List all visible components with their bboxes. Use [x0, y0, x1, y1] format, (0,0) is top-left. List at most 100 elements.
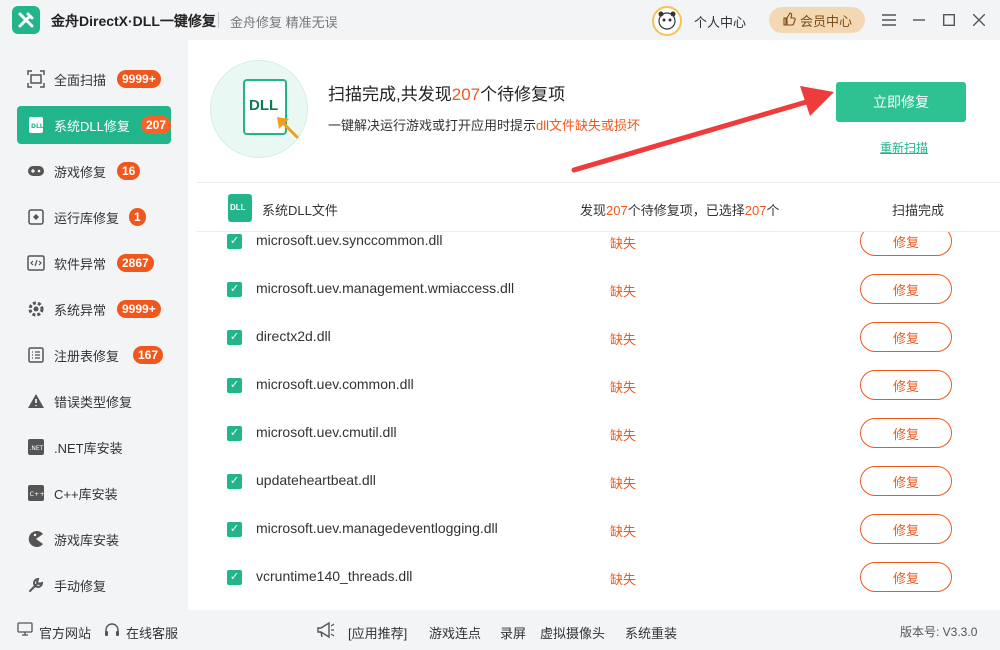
- app-logo-icon: [12, 6, 40, 34]
- sidebar-item-label: 软件异常: [54, 256, 107, 272]
- repair-button[interactable]: 修复: [860, 514, 952, 544]
- sidebar-item-label: 手动修复: [54, 578, 107, 594]
- count-prefix: 发现: [580, 203, 607, 218]
- count-badge: 9999+: [117, 70, 161, 88]
- file-status: 缺失: [610, 236, 637, 251]
- sidebar-item-label: 游戏修复: [54, 164, 107, 180]
- sidebar-item-registry-repair[interactable]: 注册表修复 167: [17, 336, 171, 374]
- dll-file-icon: DLL: [228, 194, 252, 222]
- repair-button[interactable]: 修复: [860, 418, 952, 448]
- online-support-link[interactable]: 在线客服: [126, 623, 178, 642]
- row-checkbox[interactable]: ✓: [227, 330, 242, 345]
- file-name: microsoft.uev.managedeventlogging.dll: [256, 520, 498, 536]
- row-checkbox[interactable]: ✓: [227, 282, 242, 297]
- footer-link-system-reinstall[interactable]: 系统重装: [625, 623, 677, 642]
- vip-center-button[interactable]: 会员中心: [769, 7, 865, 33]
- wrench-icon: [27, 576, 45, 594]
- minimize-icon[interactable]: [908, 9, 930, 31]
- row-checkbox[interactable]: ✓: [227, 570, 242, 585]
- sidebar-item-label: 运行库修复: [54, 210, 120, 226]
- count-badge: 207: [141, 116, 172, 134]
- repair-button[interactable]: 修复: [860, 370, 952, 400]
- version-label: 版本号: V3.3.0: [900, 625, 978, 639]
- file-name: microsoft.uev.common.dll: [256, 376, 414, 392]
- footer-link-auto-clicker[interactable]: 游戏连点: [429, 623, 481, 642]
- sidebar-item-manual-repair[interactable]: 手动修复: [17, 566, 171, 604]
- table-row: ✓ microsoft.uev.managedeventlogging.dll …: [196, 512, 986, 560]
- title-bar: 金舟DirectX·DLL一键修复 金舟修复 精准无误 个人中心 会员中心: [0, 0, 1000, 40]
- sidebar-item-error-type-repair[interactable]: 错误类型修复: [17, 382, 171, 420]
- sidebar-item-cpp-install[interactable]: C++ C++库安装: [17, 474, 171, 512]
- sidebar-item-full-scan[interactable]: 全面扫描 9999+: [17, 60, 171, 98]
- repair-button[interactable]: 修复: [860, 232, 952, 256]
- found-count: 207: [606, 203, 628, 218]
- sidebar-item-game-repair[interactable]: 游戏修复 16: [17, 152, 171, 190]
- repair-button[interactable]: 修复: [860, 274, 952, 304]
- row-checkbox[interactable]: ✓: [227, 234, 242, 249]
- file-name: microsoft.uev.synccommon.dll: [256, 232, 443, 248]
- avatar[interactable]: [652, 6, 682, 36]
- cpp-icon: C++: [27, 484, 45, 502]
- svg-text:C++: C++: [30, 490, 45, 498]
- table-row: ✓ vcruntime140_threads.dll 缺失 修复: [196, 560, 986, 608]
- table-row: ✓ microsoft.uev.cmutil.dll 缺失 修复: [196, 416, 986, 464]
- row-checkbox[interactable]: ✓: [227, 378, 242, 393]
- list-scrollbar[interactable]: [990, 232, 996, 608]
- file-name: updateheartbeat.dll: [256, 472, 376, 488]
- sidebar-item-runtime-repair[interactable]: 运行库修复 1: [17, 198, 171, 236]
- official-website-link[interactable]: 官方网站: [39, 623, 91, 642]
- warning-icon: [27, 392, 45, 410]
- sidebar-item-system-error[interactable]: 系统异常 9999+: [17, 290, 171, 328]
- scan-status: 扫描完成: [892, 203, 945, 218]
- sidebar-item-software-error[interactable]: 软件异常 2867: [17, 244, 171, 282]
- repair-button[interactable]: 修复: [860, 562, 952, 592]
- sidebar-item-label: C++库安装: [54, 486, 118, 502]
- file-name: microsoft.uev.cmutil.dll: [256, 424, 397, 440]
- sidebar-item-dotnet-install[interactable]: .NET .NET库安装: [17, 428, 171, 466]
- gear-icon: [27, 300, 45, 318]
- footer-link-virtual-camera[interactable]: 虚拟摄像头: [540, 623, 605, 642]
- row-checkbox[interactable]: ✓: [227, 426, 242, 441]
- full-scan-icon: [27, 70, 45, 88]
- row-checkbox[interactable]: ✓: [227, 522, 242, 537]
- count-badge: 2867: [117, 254, 154, 272]
- dotnet-icon: .NET: [27, 438, 45, 456]
- sidebar-item-label: 系统异常: [54, 302, 107, 318]
- count-badge: 9999+: [117, 300, 161, 318]
- annotation-arrow: [571, 86, 834, 173]
- vip-center-label: 会员中心: [799, 13, 852, 29]
- sidebar-item-game-library-install[interactable]: 游戏库安装: [17, 520, 171, 558]
- footer-link-screen-record[interactable]: 录屏: [500, 623, 526, 642]
- monitor-icon: [17, 622, 33, 639]
- list-header-title: 系统DLL文件: [262, 203, 338, 218]
- menu-icon[interactable]: [878, 9, 900, 31]
- svg-text:.NET: .NET: [30, 445, 44, 452]
- count-suffix: 个: [766, 203, 780, 218]
- runtime-library-icon: [27, 208, 45, 226]
- maximize-icon[interactable]: [938, 9, 960, 31]
- list-header-icon-label: DLL: [230, 203, 246, 212]
- sidebar-item-system-dll[interactable]: DLL 系统DLL修复 207: [17, 106, 172, 144]
- repair-button[interactable]: 修复: [860, 322, 952, 352]
- close-icon[interactable]: [968, 9, 990, 31]
- title-divider: [218, 12, 219, 28]
- sidebar-item-label: 系统DLL修复: [54, 118, 130, 134]
- list-header-count: 发现207个待修复项，已选择207个: [580, 200, 779, 219]
- list-header: DLL 系统DLL文件 发现207个待修复项，已选择207个 扫描完成: [196, 182, 1000, 232]
- repair-button[interactable]: 修复: [860, 466, 952, 496]
- user-center-link[interactable]: 个人中心: [694, 12, 746, 31]
- table-row: ✓ microsoft.uev.synccommon.dll 缺失 修复: [196, 232, 986, 272]
- selected-count: 207: [744, 203, 767, 218]
- sidebar-item-label: 游戏库安装: [54, 532, 120, 548]
- table-row: ✓ directx2d.dll 缺失 修复: [196, 320, 986, 368]
- file-status: 缺失: [610, 332, 637, 347]
- sidebar-item-label: .NET库安装: [54, 440, 123, 456]
- app-slogan: 金舟修复 精准无误: [230, 15, 338, 30]
- file-name: microsoft.uev.management.wmiaccess.dll: [256, 280, 515, 296]
- row-checkbox[interactable]: ✓: [227, 474, 242, 489]
- count-mid: 个待修复项，已选择: [627, 203, 745, 218]
- file-status: 缺失: [610, 284, 637, 299]
- table-row: ✓ updateheartbeat.dll 缺失 修复: [196, 464, 986, 512]
- thumbs-up-icon: [782, 11, 796, 29]
- count-badge: 16: [117, 162, 141, 180]
